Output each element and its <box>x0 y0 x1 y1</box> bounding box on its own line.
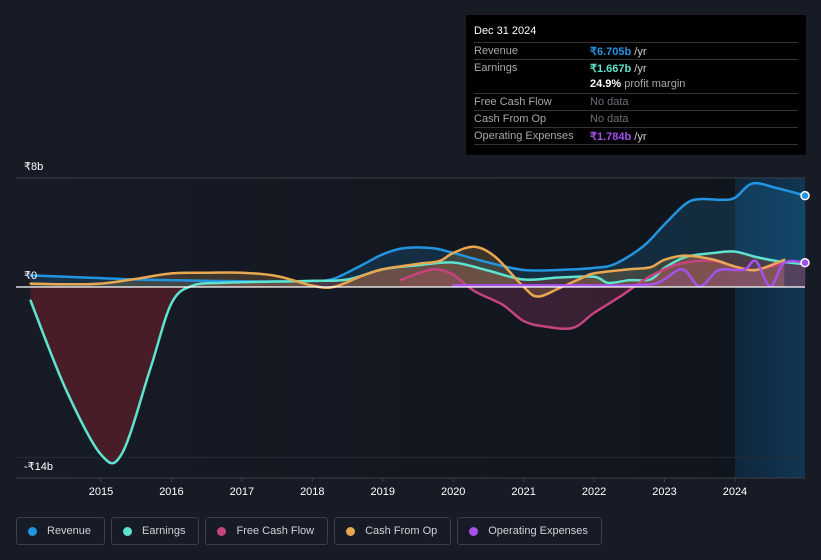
legend-item-cash-from-op[interactable]: Cash From Op <box>334 517 452 545</box>
legend-label: Cash From Op <box>365 525 438 537</box>
x-tick-label: 2024 <box>723 486 747 498</box>
legend-label: Revenue <box>47 525 92 537</box>
legend-item-earnings[interactable]: Earnings <box>111 517 200 545</box>
legend-dot-icon <box>123 526 133 536</box>
y-tick-label: -₹14b <box>24 461 53 473</box>
tooltip-row: Earnings ₹1.667b /yr <box>474 59 798 77</box>
tooltip-row-value: No data <box>590 96 629 108</box>
tooltip-row-label: Earnings <box>474 62 518 74</box>
tooltip-row-value: ₹6.705b /yr <box>590 46 647 58</box>
tooltip-row-label: Free Cash Flow <box>474 96 552 108</box>
legend: Revenue Earnings Free Cash Flow Cash From O… <box>16 517 602 545</box>
x-tick-label: 2017 <box>230 486 254 498</box>
tooltip-row-value: ₹1.667b /yr <box>590 63 647 75</box>
x-tick-label: 2019 <box>371 486 395 498</box>
legend-dot-icon <box>28 526 37 536</box>
x-tick-label: 2023 <box>652 486 676 498</box>
x-tick-label: 2016 <box>159 486 183 498</box>
x-tick-label: 2021 <box>511 486 535 498</box>
tooltip-row-value: ₹1.784b /yr <box>590 131 647 143</box>
legend-dot-icon <box>346 526 356 536</box>
revenue-end-marker[interactable] <box>800 190 810 201</box>
y-tick-label: ₹8b <box>24 161 43 173</box>
tooltip-row-label: Operating Expenses <box>474 130 574 142</box>
legend-item-operating-expenses[interactable]: Operating Expenses <box>457 517 602 545</box>
legend-label: Earnings <box>142 525 186 537</box>
tooltip-row-label: Cash From Op <box>474 113 547 125</box>
tooltip-date: Dec 31 2024 <box>474 25 537 37</box>
tooltip-row: Operating Expenses ₹1.784b /yr <box>474 127 798 145</box>
x-tick-label: 2018 <box>300 486 324 498</box>
x-tick-label: 2020 <box>441 486 465 498</box>
legend-dot-icon <box>217 526 227 536</box>
x-tick-label: 2015 <box>89 486 113 498</box>
legend-item-revenue[interactable]: Revenue <box>16 517 106 545</box>
x-tick-label: 2022 <box>582 486 606 498</box>
tooltip-row: Free Cash Flow No data <box>474 93 798 111</box>
tooltip-row: 24.9% profit margin <box>474 76 798 93</box>
tooltip-panel: Dec 31 2024 Revenue ₹6.705b /yr Earnings ₹1… <box>466 15 806 155</box>
tooltip-row: Cash From Op No data <box>474 110 798 128</box>
tooltip-row-value: No data <box>590 113 629 125</box>
tooltip-row-value: 24.9% profit margin <box>590 78 686 90</box>
legend-label: Operating Expenses <box>488 525 588 537</box>
legend-label: Free Cash Flow <box>236 525 315 537</box>
legend-item-free-cash-flow[interactable]: Free Cash Flow <box>205 517 329 545</box>
operating-expenses-end-marker[interactable] <box>800 257 810 268</box>
tooltip-row: Revenue ₹6.705b /yr <box>474 42 798 60</box>
tooltip-divider <box>474 144 798 145</box>
legend-dot-icon <box>469 526 479 536</box>
y-tick-label: ₹0 <box>24 270 37 282</box>
tooltip-row-label: Revenue <box>474 45 519 57</box>
